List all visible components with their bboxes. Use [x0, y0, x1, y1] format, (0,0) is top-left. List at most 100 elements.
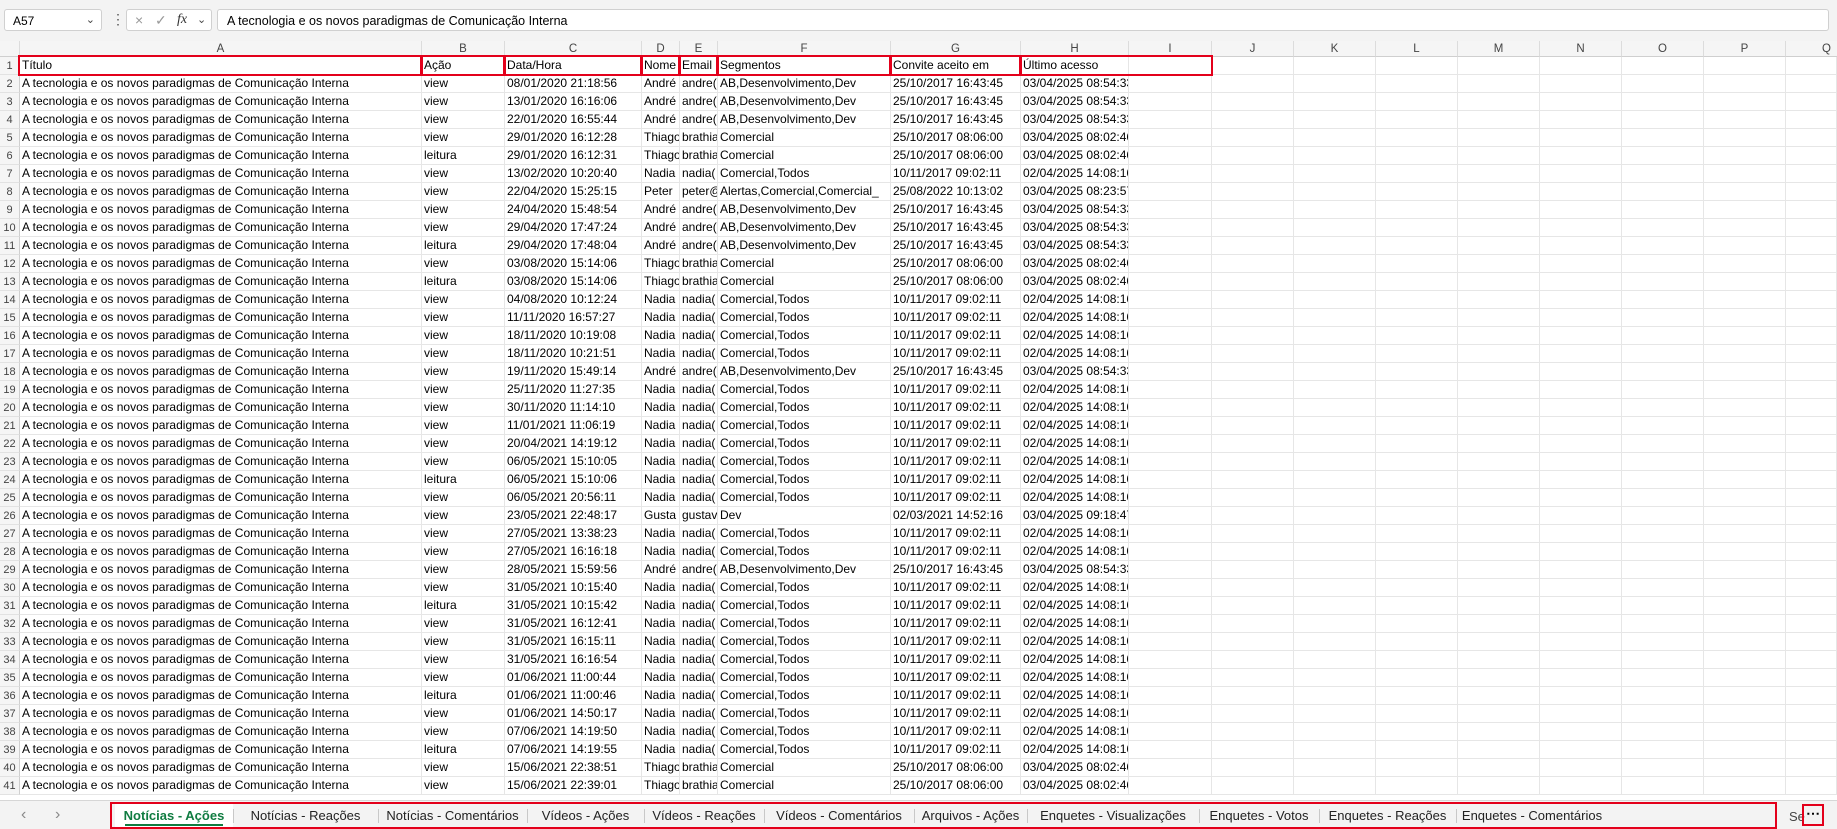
- table-cell[interactable]: A tecnologia e os novos paradigmas de Co…: [20, 579, 422, 597]
- table-cell[interactable]: view: [422, 723, 505, 741]
- table-cell[interactable]: A tecnologia e os novos paradigmas de Co…: [20, 255, 422, 273]
- table-cell[interactable]: [1704, 597, 1786, 615]
- header-cell[interactable]: [1704, 57, 1786, 75]
- table-cell[interactable]: [1704, 687, 1786, 705]
- table-cell[interactable]: view: [422, 507, 505, 525]
- table-cell[interactable]: [1458, 291, 1540, 309]
- more-vertical-icon[interactable]: ⋮: [111, 11, 125, 28]
- table-cell[interactable]: 25/10/2017 08:06:00: [891, 759, 1021, 777]
- table-cell[interactable]: [1129, 471, 1212, 489]
- table-cell[interactable]: [1376, 723, 1458, 741]
- table-cell[interactable]: Nadia: [642, 633, 680, 651]
- table-cell[interactable]: Comercial,Todos: [718, 651, 891, 669]
- table-cell[interactable]: [1786, 75, 1837, 93]
- sheet-tab[interactable]: Vídeos - Reações: [644, 804, 764, 828]
- table-cell[interactable]: andre(: [680, 237, 718, 255]
- table-cell[interactable]: 11/01/2021 11:06:19: [505, 417, 642, 435]
- table-cell[interactable]: [1540, 201, 1622, 219]
- table-cell[interactable]: [1458, 597, 1540, 615]
- table-cell[interactable]: Comercial,Todos: [718, 435, 891, 453]
- table-cell[interactable]: Comercial,Todos: [718, 543, 891, 561]
- table-cell[interactable]: [1540, 363, 1622, 381]
- table-cell[interactable]: [1212, 93, 1294, 111]
- header-cell[interactable]: Nome: [642, 57, 680, 75]
- table-cell[interactable]: [1458, 741, 1540, 759]
- table-cell[interactable]: A tecnologia e os novos paradigmas de Co…: [20, 417, 422, 435]
- table-cell[interactable]: [1704, 777, 1786, 795]
- row-header-17[interactable]: 17: [0, 345, 20, 363]
- table-cell[interactable]: leitura: [422, 741, 505, 759]
- row-header-27[interactable]: 27: [0, 525, 20, 543]
- table-cell[interactable]: 31/05/2021 10:15:40: [505, 579, 642, 597]
- row-header-13[interactable]: 13: [0, 273, 20, 291]
- table-cell[interactable]: A tecnologia e os novos paradigmas de Co…: [20, 111, 422, 129]
- row-header-39[interactable]: 39: [0, 741, 20, 759]
- table-cell[interactable]: [1458, 615, 1540, 633]
- table-cell[interactable]: [1129, 237, 1212, 255]
- table-cell[interactable]: A tecnologia e os novos paradigmas de Co…: [20, 723, 422, 741]
- table-cell[interactable]: [1786, 777, 1837, 795]
- table-cell[interactable]: 03/04/2025 08:54:33: [1021, 561, 1129, 579]
- table-cell[interactable]: [1622, 489, 1704, 507]
- table-cell[interactable]: [1212, 255, 1294, 273]
- table-cell[interactable]: [1704, 417, 1786, 435]
- table-cell[interactable]: [1458, 147, 1540, 165]
- table-cell[interactable]: brathia: [680, 273, 718, 291]
- table-cell[interactable]: [1212, 327, 1294, 345]
- row-header-21[interactable]: 21: [0, 417, 20, 435]
- table-cell[interactable]: [1540, 669, 1622, 687]
- table-cell[interactable]: 03/04/2025 08:02:46: [1021, 759, 1129, 777]
- table-cell[interactable]: 10/11/2017 09:02:11: [891, 381, 1021, 399]
- table-cell[interactable]: [1294, 741, 1376, 759]
- table-cell[interactable]: [1540, 129, 1622, 147]
- table-cell[interactable]: [1212, 363, 1294, 381]
- table-cell[interactable]: 10/11/2017 09:02:11: [891, 327, 1021, 345]
- table-cell[interactable]: [1294, 399, 1376, 417]
- table-cell[interactable]: Thiago: [642, 255, 680, 273]
- column-header-h[interactable]: H: [1021, 41, 1129, 57]
- table-cell[interactable]: [1704, 453, 1786, 471]
- table-cell[interactable]: 02/04/2025 14:08:16: [1021, 525, 1129, 543]
- table-cell[interactable]: [1294, 111, 1376, 129]
- table-cell[interactable]: brathia: [680, 759, 718, 777]
- table-cell[interactable]: [1212, 399, 1294, 417]
- table-cell[interactable]: [1786, 111, 1837, 129]
- sheet-tab[interactable]: Enquetes - Visualizações: [1027, 804, 1199, 828]
- table-cell[interactable]: 24/04/2020 15:48:54: [505, 201, 642, 219]
- insert-function-icon[interactable]: fx: [177, 12, 187, 28]
- table-cell[interactable]: A tecnologia e os novos paradigmas de Co…: [20, 93, 422, 111]
- table-cell[interactable]: [1622, 255, 1704, 273]
- table-cell[interactable]: 25/10/2017 16:43:45: [891, 363, 1021, 381]
- table-cell[interactable]: [1704, 651, 1786, 669]
- table-cell[interactable]: [1786, 363, 1837, 381]
- table-cell[interactable]: [1458, 129, 1540, 147]
- table-cell[interactable]: Nadia: [642, 381, 680, 399]
- table-cell[interactable]: 10/11/2017 09:02:11: [891, 309, 1021, 327]
- table-cell[interactable]: [1458, 435, 1540, 453]
- header-cell[interactable]: [1376, 57, 1458, 75]
- header-cell[interactable]: [1540, 57, 1622, 75]
- row-header-3[interactable]: 3: [0, 93, 20, 111]
- table-cell[interactable]: view: [422, 669, 505, 687]
- table-cell[interactable]: leitura: [422, 471, 505, 489]
- table-cell[interactable]: [1540, 111, 1622, 129]
- table-cell[interactable]: [1458, 543, 1540, 561]
- table-cell[interactable]: Nadia: [642, 543, 680, 561]
- table-cell[interactable]: 10/11/2017 09:02:11: [891, 633, 1021, 651]
- table-cell[interactable]: [1212, 471, 1294, 489]
- table-cell[interactable]: [1129, 273, 1212, 291]
- table-cell[interactable]: [1622, 669, 1704, 687]
- table-cell[interactable]: [1294, 417, 1376, 435]
- table-cell[interactable]: A tecnologia e os novos paradigmas de Co…: [20, 687, 422, 705]
- sheet-tab[interactable]: Vídeos - Ações: [527, 804, 644, 828]
- table-cell[interactable]: A tecnologia e os novos paradigmas de Co…: [20, 201, 422, 219]
- table-cell[interactable]: [1622, 399, 1704, 417]
- table-cell[interactable]: [1294, 147, 1376, 165]
- table-cell[interactable]: [1704, 543, 1786, 561]
- table-cell[interactable]: Nadia: [642, 309, 680, 327]
- table-cell[interactable]: [1622, 129, 1704, 147]
- table-cell[interactable]: [1129, 615, 1212, 633]
- header-cell[interactable]: Email: [680, 57, 718, 75]
- table-cell[interactable]: andre(: [680, 219, 718, 237]
- table-cell[interactable]: [1540, 381, 1622, 399]
